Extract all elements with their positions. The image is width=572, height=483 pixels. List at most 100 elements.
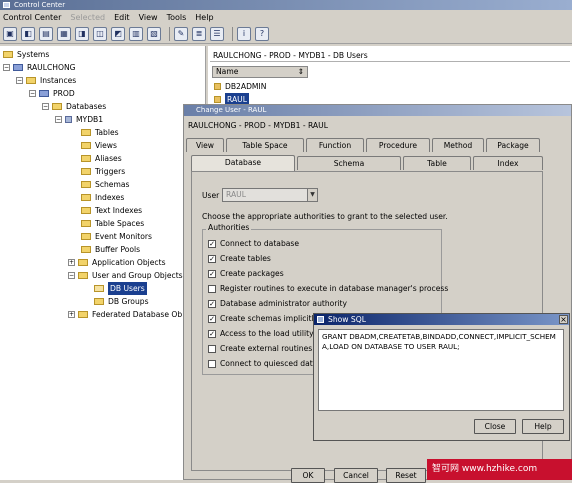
checkbox-register-routines[interactable]: Register routines to execute in database…: [208, 284, 448, 293]
views-icon[interactable]: ◨: [75, 26, 89, 41]
collapse-icon[interactable]: −: [68, 272, 75, 279]
checkbox-dbadm[interactable]: ✓ Database administrator authority: [208, 299, 347, 308]
expand-icon[interactable]: +: [68, 259, 75, 266]
tree-node-buffer-pools[interactable]: Buffer Pools: [81, 243, 140, 256]
instances-icon[interactable]: ◧: [21, 26, 35, 41]
checkbox-create-tables[interactable]: ✓ Create tables: [208, 254, 271, 263]
triggers-icon[interactable]: ◩: [111, 26, 125, 41]
tree-node-instances[interactable]: − Instances: [16, 74, 76, 87]
collapse-icon[interactable]: −: [55, 116, 62, 123]
tree-node-table-spaces[interactable]: Table Spaces: [81, 217, 144, 230]
checkbox-icon[interactable]: ✓: [208, 269, 216, 278]
tab-package[interactable]: Package: [486, 138, 540, 152]
checkbox-icon[interactable]: [208, 344, 216, 353]
expand-icon[interactable]: +: [68, 311, 75, 318]
tree-node-views[interactable]: Views: [81, 139, 117, 152]
folder-icon: [81, 246, 91, 253]
tree-node-system[interactable]: − RAULCHONG: [3, 61, 76, 74]
tree-node-schemas[interactable]: Schemas: [81, 178, 130, 191]
checkbox-external-routines[interactable]: Create external routines: [208, 344, 312, 353]
list-item[interactable]: DB2ADMIN: [214, 80, 266, 93]
checkbox-quiesced-database[interactable]: Connect to quiesced datal: [208, 359, 320, 368]
toolbar: ▣ ◧ ▤ ▦ ◨ ◫ ◩ ▥ ▧ ✎ ≣ ☰ i ?: [0, 24, 572, 44]
tab-table-space[interactable]: Table Space: [226, 138, 304, 152]
databases-icon[interactable]: ▤: [39, 26, 53, 41]
tab-database[interactable]: Database: [191, 155, 295, 171]
collapse-icon[interactable]: −: [3, 64, 10, 71]
cancel-button[interactable]: Cancel: [334, 468, 378, 483]
user-icon: [214, 83, 221, 90]
tab-procedure[interactable]: Procedure: [366, 138, 430, 152]
ok-button[interactable]: OK: [291, 468, 325, 483]
tab-index[interactable]: Index: [473, 156, 543, 170]
tree-node-application-objects[interactable]: + Application Objects: [68, 256, 166, 269]
collapse-icon[interactable]: −: [16, 77, 23, 84]
checkbox-icon[interactable]: [208, 359, 216, 368]
close-icon[interactable]: ×: [559, 315, 568, 324]
systems-icon[interactable]: ▣: [3, 26, 17, 41]
app-icon: [3, 2, 10, 8]
tree-node-tables[interactable]: Tables: [81, 126, 119, 139]
schemas-icon[interactable]: ▥: [129, 26, 143, 41]
folder-icon: [81, 207, 91, 214]
checkbox-icon[interactable]: [208, 284, 216, 293]
tree-node-instance[interactable]: − PROD: [29, 87, 75, 100]
collapse-icon[interactable]: −: [29, 90, 36, 97]
tree-node-databases[interactable]: − Databases: [42, 100, 106, 113]
column-header-name[interactable]: Name ⇕: [212, 66, 308, 78]
tree-node-indexes[interactable]: Indexes: [81, 191, 124, 204]
tree-node-text-indexes[interactable]: Text Indexes: [81, 204, 142, 217]
menu-tools[interactable]: Tools: [167, 13, 187, 22]
tree-node-db-groups[interactable]: DB Groups: [94, 295, 149, 308]
tree-node-db-users[interactable]: DB Users: [94, 282, 147, 295]
window-icon: [317, 316, 324, 323]
folder-icon: [94, 298, 104, 305]
new-icon[interactable]: ✎: [174, 26, 188, 41]
menu-help[interactable]: Help: [195, 13, 213, 22]
tree-node-triggers[interactable]: Triggers: [81, 165, 125, 178]
tree-node-aliases[interactable]: Aliases: [81, 152, 122, 165]
info-icon[interactable]: i: [237, 26, 251, 41]
checkbox-icon[interactable]: ✓: [208, 299, 216, 308]
help-button[interactable]: Help: [522, 419, 564, 434]
toolbar-separator: [232, 26, 233, 41]
checkbox-create-schemas[interactable]: ✓ Create schemas implicitly: [208, 314, 318, 323]
tab-view[interactable]: View: [186, 138, 224, 152]
tree-node-user-group-objects[interactable]: − User and Group Objects: [68, 269, 183, 282]
checkbox-icon[interactable]: ✓: [208, 314, 216, 323]
tab-schema[interactable]: Schema: [297, 156, 401, 170]
tree-node-federated-objects[interactable]: + Federated Database Ob: [68, 308, 182, 321]
close-button[interactable]: Close: [474, 419, 516, 434]
aliases-icon[interactable]: ◫: [93, 26, 107, 41]
checkbox-icon[interactable]: ✓: [208, 239, 216, 248]
menu-view[interactable]: View: [139, 13, 158, 22]
collapse-icon[interactable]: −: [42, 103, 49, 110]
reset-button[interactable]: Reset: [386, 468, 426, 483]
tree-node-database[interactable]: − MYDB1: [55, 113, 103, 126]
chevron-down-icon[interactable]: ▼: [307, 189, 317, 201]
checkbox-connect-database[interactable]: ✓ Connect to database: [208, 239, 299, 248]
help-icon[interactable]: ?: [255, 26, 269, 41]
menu-edit[interactable]: Edit: [114, 13, 130, 22]
checkbox-load-utility[interactable]: ✓ Access to the load utility: [208, 329, 314, 338]
checkbox-create-packages[interactable]: ✓ Create packages: [208, 269, 284, 278]
folder-icon: [81, 194, 91, 201]
sql-text-area[interactable]: GRANT DBADM,CREATETAB,BINDADD,CONNECT,IM…: [318, 329, 564, 411]
user-icon: [214, 96, 221, 103]
folder-icon: [26, 77, 36, 84]
details-icon[interactable]: ≣: [192, 26, 206, 41]
menu-control-center[interactable]: Control Center: [3, 13, 61, 22]
checkbox-icon[interactable]: ✓: [208, 254, 216, 263]
menu-selected[interactable]: Selected: [70, 13, 105, 22]
window-title: Control Center: [14, 1, 66, 9]
indexes-icon[interactable]: ▧: [147, 26, 161, 41]
tables-icon[interactable]: ▦: [57, 26, 71, 41]
list-icon[interactable]: ☰: [210, 26, 224, 41]
tab-table[interactable]: Table: [403, 156, 471, 170]
checkbox-icon[interactable]: ✓: [208, 329, 216, 338]
tree-node-event-monitors[interactable]: Event Monitors: [81, 230, 152, 243]
tab-function[interactable]: Function: [306, 138, 364, 152]
user-select[interactable]: RAUL ▼: [222, 188, 318, 202]
tab-method[interactable]: Method: [432, 138, 484, 152]
tree-node-systems[interactable]: Systems: [3, 48, 49, 61]
